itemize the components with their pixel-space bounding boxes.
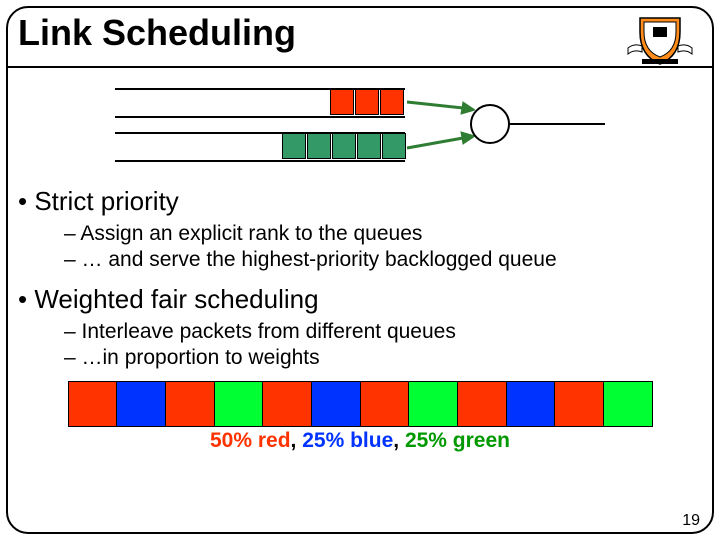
- bullet-sub: – … and serve the highest-priority backl…: [64, 247, 702, 273]
- packet-green: [332, 133, 356, 159]
- packet-red: [355, 89, 379, 115]
- title-separator: [8, 66, 712, 68]
- wfs-cell-red: [166, 382, 215, 426]
- scheduler-node-icon: [470, 104, 510, 144]
- packet-green: [307, 133, 331, 159]
- bullet-weighted-fair: • Weighted fair scheduling: [18, 284, 702, 315]
- queue-line: [115, 116, 405, 118]
- bullet-sub: – …in proportion to weights: [64, 345, 702, 371]
- wfs-cell-blue: [507, 382, 556, 426]
- packet-red: [380, 89, 404, 115]
- princeton-crest-icon: [620, 14, 700, 68]
- packet-red: [330, 89, 354, 115]
- queue-diagram: [115, 80, 605, 180]
- wfs-caption: 50% red, 25% blue, 25% green: [18, 429, 702, 453]
- bullet-sub-group: – Interleave packets from different queu…: [64, 319, 702, 372]
- wfs-cell-green: [604, 382, 652, 426]
- packet-green: [282, 133, 306, 159]
- caption-sep: ,: [393, 429, 405, 452]
- wfs-packet-sequence: [68, 381, 653, 427]
- wfs-cell-red: [69, 382, 118, 426]
- caption-green: 25% green: [405, 429, 510, 452]
- caption-red: 50% red: [210, 429, 291, 452]
- caption-sep: ,: [291, 429, 303, 452]
- queue-line: [115, 160, 405, 162]
- wfs-cell-green: [215, 382, 264, 426]
- slide-title: Link Scheduling: [18, 12, 296, 54]
- page-number: 19: [682, 512, 700, 530]
- bullet-strict-priority: • Strict priority: [18, 186, 702, 217]
- wfs-cell-red: [458, 382, 507, 426]
- wfs-cell-green: [409, 382, 458, 426]
- wfs-cell-red: [555, 382, 604, 426]
- arrow-icon: [405, 128, 475, 158]
- arrow-icon: [405, 90, 475, 120]
- bullet-sub-group: – Assign an explicit rank to the queues …: [64, 221, 702, 274]
- packet-green: [357, 133, 381, 159]
- bullet-sub: – Interleave packets from different queu…: [64, 319, 702, 345]
- output-link-line: [510, 123, 605, 125]
- caption-blue: 25% blue: [302, 429, 393, 452]
- content-area: • Strict priority – Assign an explicit r…: [18, 80, 702, 453]
- wfs-cell-red: [263, 382, 312, 426]
- wfs-cell-blue: [117, 382, 166, 426]
- bullet-sub: – Assign an explicit rank to the queues: [64, 221, 702, 247]
- packet-green: [382, 133, 406, 159]
- wfs-cell-blue: [312, 382, 361, 426]
- wfs-cell-red: [361, 382, 410, 426]
